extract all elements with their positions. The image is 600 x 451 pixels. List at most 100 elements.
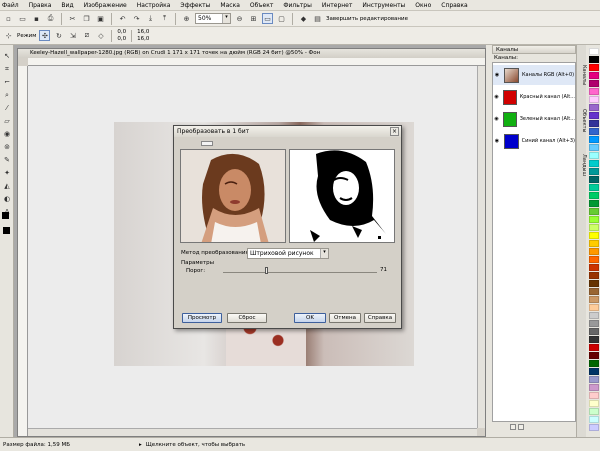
threshold-slider[interactable]	[223, 267, 377, 274]
zoom-100-icon[interactable]: ▢	[276, 13, 287, 24]
transform-mode-icon[interactable]: ✣	[39, 30, 51, 41]
menu-adjust[interactable]: Настройка	[137, 2, 171, 9]
palette-swatch[interactable]	[589, 352, 599, 359]
transparency-icon[interactable]: ◐	[2, 194, 12, 204]
palette-swatch[interactable]	[589, 72, 599, 79]
palette-swatch[interactable]	[589, 256, 599, 263]
tab-objects[interactable]: Объекты	[577, 101, 587, 141]
x-position-field[interactable]: 0,0	[117, 29, 126, 35]
channel-row-red[interactable]: ◉ Красный канал (Alt...	[493, 87, 575, 107]
menu-window[interactable]: Окно	[415, 2, 431, 9]
tab-third[interactable]: Ландыш	[577, 145, 587, 185]
palette-swatch[interactable]	[589, 320, 599, 327]
palette-swatch[interactable]	[589, 112, 599, 119]
print-icon[interactable]: ⎙	[45, 13, 56, 24]
export-icon[interactable]: ⤒	[159, 13, 170, 24]
close-icon[interactable]: ×	[390, 127, 399, 136]
channel-row-green[interactable]: ◉ Зеленый канал (Alt...	[493, 109, 575, 129]
palette-swatch[interactable]	[589, 152, 599, 159]
cancel-button[interactable]: Отмена	[329, 313, 361, 323]
palette-swatch[interactable]	[589, 128, 599, 135]
palette-swatch[interactable]	[589, 88, 599, 95]
launcher-icon[interactable]: ◆	[298, 13, 309, 24]
palette-swatch[interactable]	[589, 384, 599, 391]
zoom-out-icon[interactable]: ⊖	[234, 13, 245, 24]
menu-view[interactable]: Вид	[61, 2, 73, 9]
new-channel-icon[interactable]	[510, 424, 516, 430]
import-icon[interactable]: ⤓	[145, 13, 156, 24]
full-screen-icon[interactable]: ▭	[262, 13, 273, 24]
palette-swatch[interactable]	[589, 200, 599, 207]
palette-swatch[interactable]	[589, 80, 599, 87]
eyedropper-icon[interactable]: ⁄	[2, 103, 12, 113]
paint-tool-icon[interactable]: ✎	[2, 155, 12, 165]
palette-swatch[interactable]	[589, 224, 599, 231]
horizontal-ruler[interactable]	[28, 58, 485, 66]
vertical-scrollbar[interactable]	[477, 66, 485, 428]
palette-swatch[interactable]	[589, 312, 599, 319]
palette-swatch[interactable]	[589, 216, 599, 223]
paste-icon[interactable]: ▣	[95, 13, 106, 24]
menu-internet[interactable]: Интернет	[322, 2, 353, 9]
cut-icon[interactable]: ✂	[67, 13, 78, 24]
red-eye-icon[interactable]: ◉	[2, 129, 12, 139]
effect-tool-icon[interactable]: ✦	[2, 168, 12, 178]
save-icon[interactable]: ▪	[31, 13, 42, 24]
palette-swatch[interactable]	[589, 280, 599, 287]
reset-button[interactable]: Сброс	[227, 313, 267, 323]
preview-pan-handle[interactable]	[201, 141, 213, 146]
copy-icon[interactable]: ❐	[81, 13, 92, 24]
fit-window-icon[interactable]: ⊞	[248, 13, 259, 24]
channel-row-rgb[interactable]: ◉ Каналы RGB (Alt+0)	[493, 65, 575, 85]
menu-edit[interactable]: Правка	[29, 2, 52, 9]
palette-swatch[interactable]	[589, 104, 599, 111]
vertical-ruler[interactable]	[18, 66, 28, 436]
help-button[interactable]: Справка	[364, 313, 396, 323]
channel-row-blue[interactable]: ◉ Синий канал (Alt+3)	[493, 131, 575, 151]
menu-object[interactable]: Объект	[250, 2, 273, 9]
eye-icon[interactable]: ◉	[493, 138, 501, 144]
open-file-icon[interactable]: ▭	[17, 13, 28, 24]
mask-transform-icon[interactable]: ⌗	[2, 64, 12, 74]
palette-swatch[interactable]	[589, 296, 599, 303]
palette-swatch[interactable]	[589, 400, 599, 407]
palette-swatch[interactable]	[589, 144, 599, 151]
palette-swatch[interactable]	[589, 344, 599, 351]
palette-swatch[interactable]	[589, 272, 599, 279]
eye-icon[interactable]: ◉	[493, 116, 500, 122]
scale-mode-icon[interactable]: ⇲	[67, 30, 78, 41]
palette-swatch[interactable]	[589, 368, 599, 375]
redo-icon[interactable]: ↷	[131, 13, 142, 24]
eye-icon[interactable]: ◉	[493, 94, 500, 100]
palette-swatch[interactable]	[589, 376, 599, 383]
palette-swatch[interactable]	[589, 48, 599, 55]
palette-swatch[interactable]	[589, 96, 599, 103]
method-select[interactable]: Штриховой рисунок ▾	[247, 248, 329, 259]
delete-channel-icon[interactable]	[518, 424, 524, 430]
palette-swatch[interactable]	[589, 336, 599, 343]
menu-effects[interactable]: Эффекты	[180, 2, 210, 9]
zoom-tool-icon[interactable]: ⌕	[2, 90, 12, 100]
result-preview[interactable]	[289, 149, 395, 243]
palette-swatch[interactable]	[589, 288, 599, 295]
palette-swatch[interactable]	[589, 264, 599, 271]
menu-file[interactable]: Файл	[2, 2, 19, 9]
new-file-icon[interactable]: ▫	[3, 13, 14, 24]
zoom-in-icon[interactable]: ⊕	[181, 13, 192, 24]
horizontal-scrollbar[interactable]	[28, 428, 477, 436]
eraser-icon[interactable]: ▱	[2, 116, 12, 126]
crop-icon[interactable]: ⌐	[2, 77, 12, 87]
distort-mode-icon[interactable]: ◇	[95, 30, 106, 41]
menu-mask[interactable]: Маска	[220, 2, 239, 9]
palette-swatch[interactable]	[589, 136, 599, 143]
palette-swatch[interactable]	[589, 328, 599, 335]
palette-swatch[interactable]	[589, 424, 599, 431]
palette-swatch[interactable]	[589, 208, 599, 215]
finish-edit-icon[interactable]: ▤	[312, 13, 323, 24]
palette-swatch[interactable]	[589, 64, 599, 71]
fill-color-swatch[interactable]	[3, 227, 10, 234]
clone-tool-icon[interactable]: ⊚	[2, 142, 12, 152]
height-field[interactable]: 16,0	[137, 36, 149, 42]
palette-swatch[interactable]	[589, 120, 599, 127]
finish-edit-label[interactable]: Завершить редактирование	[326, 16, 408, 22]
